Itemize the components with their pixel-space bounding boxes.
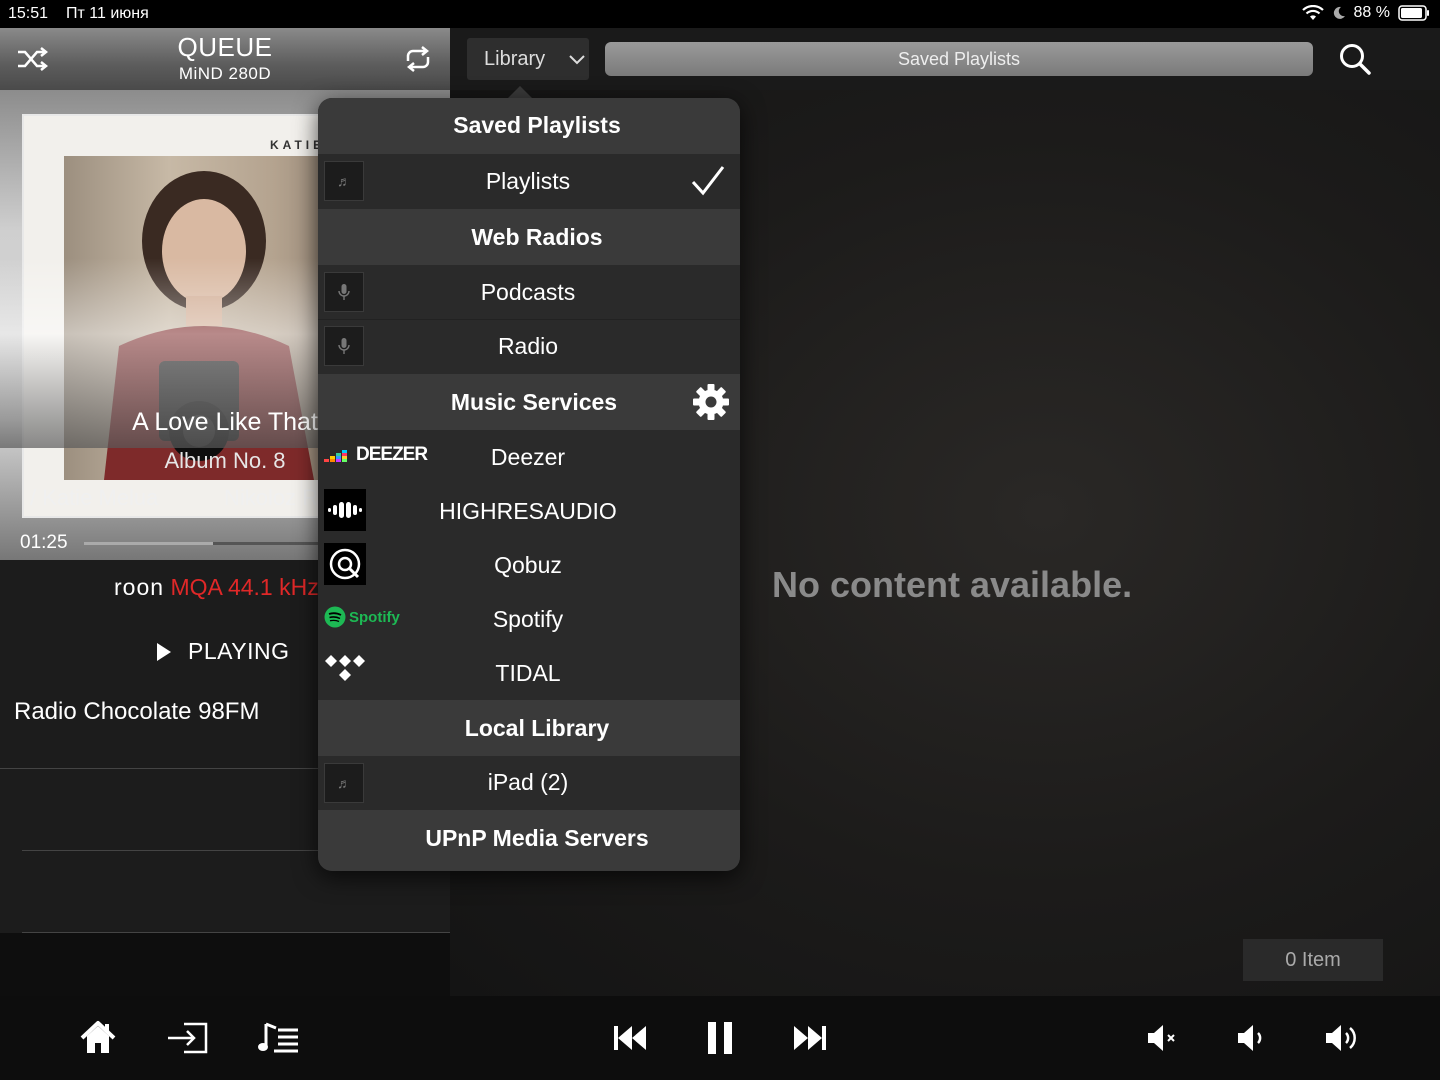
menu-item-playlists[interactable]: ♬ Playlists	[318, 154, 740, 209]
status-time: 15:51	[8, 5, 49, 22]
section-saved-playlists: Saved Playlists	[318, 98, 740, 154]
item-count-box: 0 Item	[1243, 939, 1383, 981]
volume-up-icon[interactable]	[1322, 1018, 1362, 1058]
section-title: Saved Playlists	[453, 112, 621, 138]
battery-percent: 88 %	[1353, 4, 1390, 21]
menu-item-label: Radio	[497, 333, 559, 359]
bottom-toolbar	[0, 996, 1440, 1080]
section-title: Local Library	[464, 715, 610, 741]
section-title: Web Radios	[471, 224, 603, 250]
menu-item-tidal[interactable]: TIDAL	[318, 646, 740, 700]
library-dropdown-label: Library	[484, 48, 546, 70]
library-source-menu: Saved Playlists ♬ Playlists Web Radios P…	[318, 98, 740, 871]
queue-title: QUEUE	[177, 32, 273, 62]
chevron-down-icon	[567, 52, 587, 66]
section-title: Music Services	[450, 389, 618, 415]
search-icon[interactable]	[1338, 42, 1372, 76]
home-icon[interactable]	[78, 1018, 118, 1058]
section-local-library: Local Library	[318, 700, 740, 756]
album-art-brand: KATIE	[270, 138, 326, 152]
menu-item-podcasts[interactable]: Podcasts	[318, 265, 740, 319]
device-name[interactable]: MiND 280D	[0, 64, 450, 84]
playlist-icon[interactable]	[256, 1018, 300, 1058]
status-date: Пт 11 июня	[66, 5, 149, 22]
status-indicators: 88 %	[1301, 4, 1430, 22]
menu-item-radio[interactable]: Radio	[318, 319, 740, 375]
menu-item-label: TIDAL	[495, 660, 561, 686]
roon-logo: roon	[114, 574, 165, 600]
section-music-services: Music Services	[318, 374, 740, 430]
gear-icon[interactable]	[692, 383, 730, 421]
library-dropdown[interactable]: Library	[467, 38, 589, 80]
item-count: 0 Item	[1285, 949, 1341, 971]
elapsed-time: 01:25	[20, 532, 68, 553]
menu-item-label: Playlists	[485, 168, 571, 194]
menu-item-label: Qobuz	[494, 552, 562, 578]
previous-track-icon[interactable]	[612, 1018, 648, 1058]
menu-item-label: iPad (2)	[487, 769, 569, 795]
track-composer: Nikoloz R	[224, 485, 319, 510]
mute-icon[interactable]	[1144, 1018, 1180, 1058]
moon-icon	[1332, 6, 1346, 20]
next-track-icon[interactable]	[792, 1018, 828, 1058]
queue-header: QUEUE MiND 280D	[0, 28, 450, 90]
current-view-bar[interactable]: Saved Playlists	[605, 42, 1313, 76]
track-artist: / Katie Melua	[30, 485, 159, 510]
station-name[interactable]: Radio Chocolate 98FM	[14, 698, 259, 726]
section-web-radios: Web Radios	[318, 209, 740, 265]
menu-item-spotify[interactable]: Spotify Spotify	[318, 592, 740, 646]
menu-item-deezer[interactable]: DEEZER Deezer	[318, 430, 740, 484]
stream-info: roon MQA 44.1 kHz	[114, 574, 319, 601]
play-state: PLAYING	[154, 638, 290, 665]
menu-item-ipad[interactable]: ♬ iPad (2)	[318, 756, 740, 810]
menu-item-label: Deezer	[490, 444, 566, 470]
menu-item-highresaudio[interactable]: HIGHRESAUDIO	[318, 484, 740, 538]
repeat-icon[interactable]	[402, 44, 434, 74]
section-title: UPnP Media Servers	[425, 825, 649, 851]
checkmark-icon	[690, 164, 726, 198]
battery-icon	[1398, 5, 1430, 21]
progress-fill	[84, 542, 214, 545]
menu-item-label: HIGHRESAUDIO	[439, 498, 617, 524]
section-upnp-media-servers: UPnP Media Servers	[318, 810, 740, 871]
status-bar: 15:51 Пт 11 июня 88 %	[0, 0, 1440, 28]
menu-item-label: Podcasts	[480, 279, 576, 305]
menu-item-label: Spotify	[492, 606, 564, 632]
pause-icon[interactable]	[704, 1018, 736, 1058]
format-label: MQA 44.1 kHz	[170, 574, 319, 600]
wifi-icon	[1301, 5, 1324, 21]
menu-item-qobuz[interactable]: Qobuz	[318, 538, 740, 592]
play-state-label: PLAYING	[188, 638, 290, 664]
empty-message: No content available.	[772, 564, 1133, 605]
current-view-label: Saved Playlists	[897, 49, 1021, 69]
queue-footer	[0, 933, 450, 996]
volume-down-icon[interactable]	[1234, 1018, 1270, 1058]
input-source-icon[interactable]	[166, 1018, 210, 1058]
play-icon	[154, 641, 174, 663]
